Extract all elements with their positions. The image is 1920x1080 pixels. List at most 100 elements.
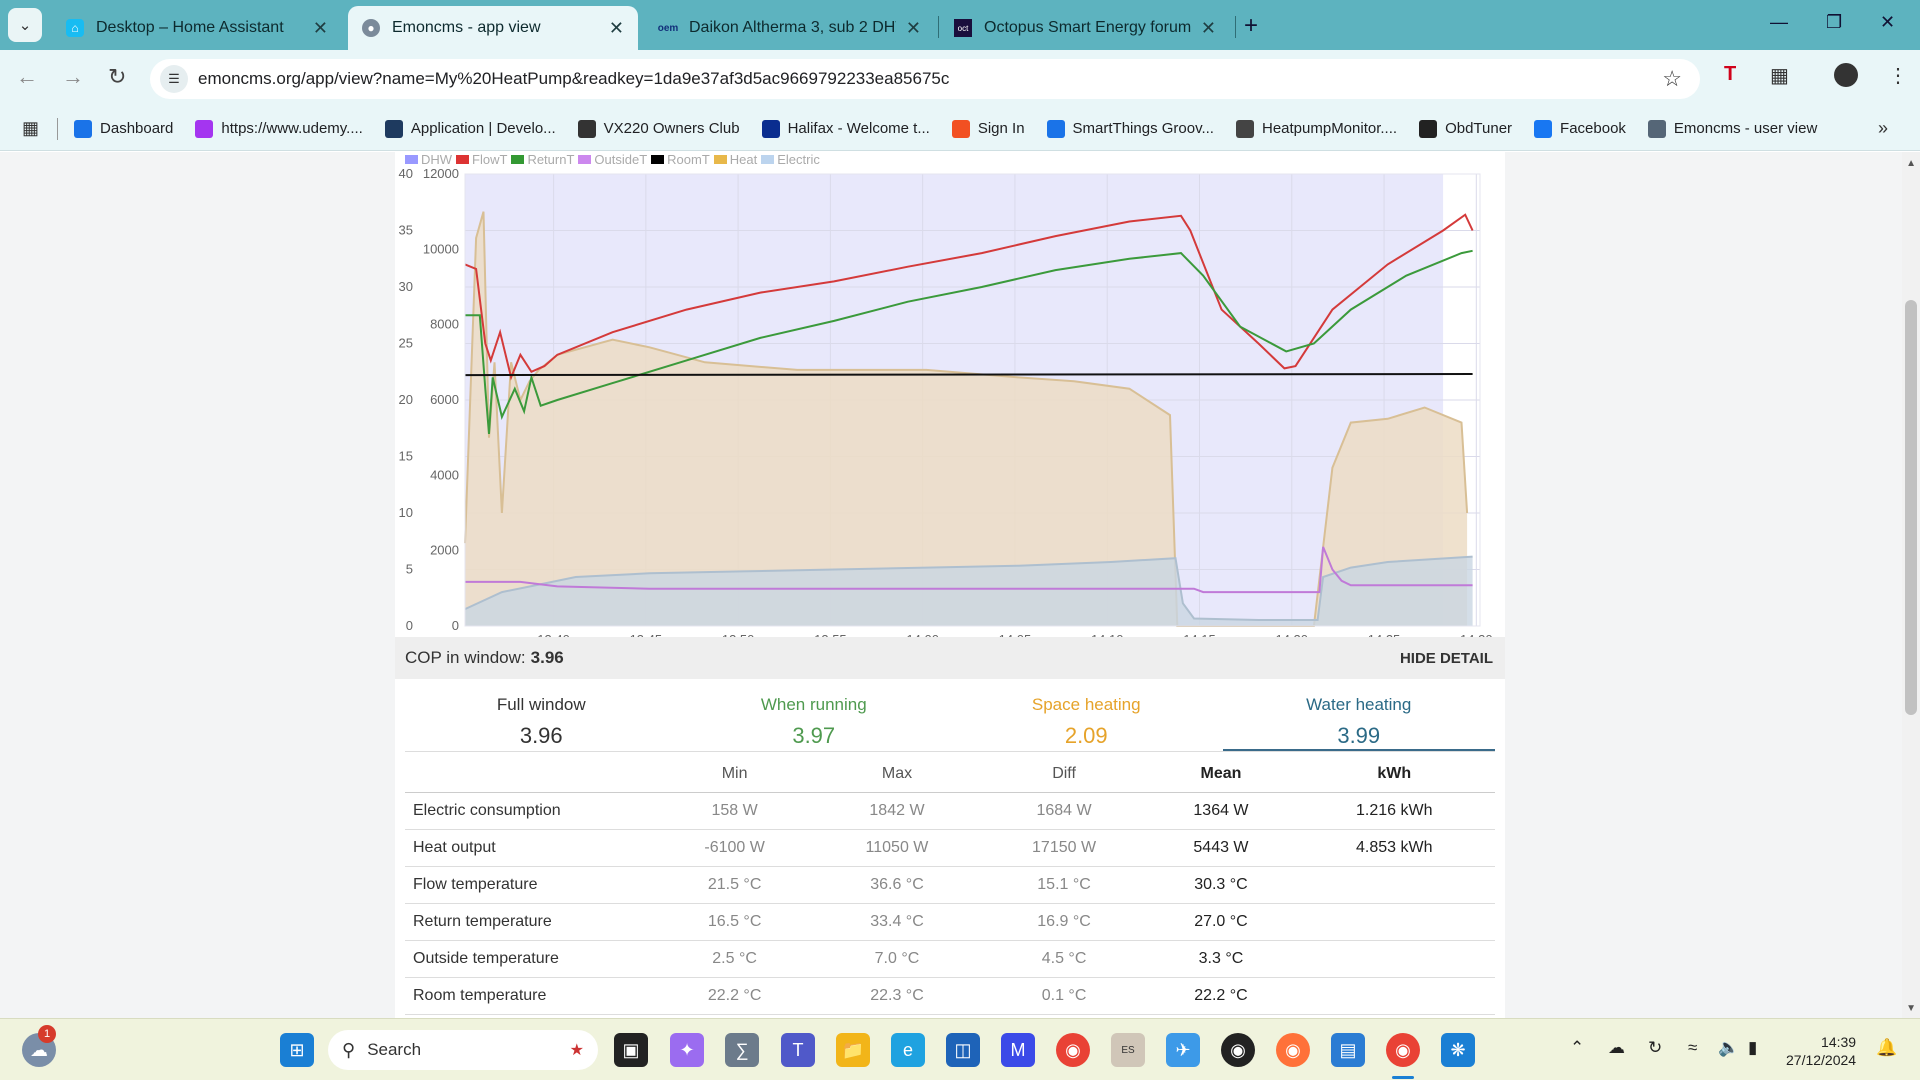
teams-icon[interactable]: T bbox=[781, 1033, 815, 1067]
close-icon[interactable]: ✕ bbox=[906, 18, 921, 39]
bookmark-item[interactable]: Emoncms - user view bbox=[1647, 119, 1817, 138]
cell-min: 16.5 °C bbox=[655, 903, 815, 941]
home-assistant-icon: ⌂ bbox=[66, 19, 84, 37]
y-right-tick-label: 12000 bbox=[423, 166, 459, 181]
scroll-down-icon[interactable]: ▼ bbox=[1906, 1003, 1916, 1014]
close-icon[interactable]: ✕ bbox=[1201, 18, 1216, 39]
calculator-icon[interactable]: ∑ bbox=[725, 1033, 759, 1067]
chrome-icon[interactable]: ◉ bbox=[1056, 1033, 1090, 1067]
volume-icon[interactable]: 🔈 bbox=[1718, 1038, 1739, 1058]
hub-app-icon[interactable]: ❋ bbox=[1441, 1033, 1475, 1067]
tab-emoncms[interactable]: ● Emoncms - app view ✕ bbox=[348, 6, 638, 50]
tab-octopus[interactable]: oct Octopus Smart Energy forum ✕ bbox=[940, 6, 1230, 50]
tray-chevron-icon[interactable]: ⌃ bbox=[1570, 1038, 1584, 1058]
stats-header-kwh: kWh bbox=[1293, 756, 1495, 793]
y-left-tick-label: 0 bbox=[406, 618, 413, 633]
table-row: Heat output -6100 W 11050 W 17150 W 5443 W 4.… bbox=[405, 829, 1495, 867]
cop-card-space-heating[interactable]: Space heating 2.09 bbox=[950, 687, 1223, 751]
bookmark-item[interactable]: SmartThings Groov... bbox=[1046, 119, 1214, 138]
bookmark-label: https://www.udemy.... bbox=[221, 120, 363, 137]
bookmark-item[interactable]: ObdTuner bbox=[1419, 119, 1512, 138]
app-icon-m[interactable]: M bbox=[1001, 1033, 1035, 1067]
cop-card-full-window[interactable]: Full window 3.96 bbox=[405, 687, 678, 751]
cop-card-when-running[interactable]: When running 3.97 bbox=[678, 687, 951, 751]
bookmark-item[interactable]: Sign In bbox=[951, 119, 1025, 138]
legend-item[interactable]: FlowT bbox=[456, 152, 507, 167]
sync-icon[interactable]: ↻ bbox=[1648, 1038, 1662, 1058]
extensions-icon[interactable]: ▦ bbox=[1770, 63, 1789, 88]
back-button[interactable]: ← bbox=[16, 64, 38, 90]
tab-home-assistant[interactable]: ⌂ Desktop – Home Assistant ✕ bbox=[52, 6, 342, 50]
cop-card-title: Space heating bbox=[1031, 695, 1141, 714]
system-clock[interactable]: 14:39 27/12/2024 bbox=[1786, 1033, 1856, 1069]
cell-min: -6100 W bbox=[655, 829, 815, 867]
store-icon[interactable]: ◫ bbox=[946, 1033, 980, 1067]
profile-avatar[interactable] bbox=[1834, 63, 1858, 87]
minimize-button[interactable]: — bbox=[1770, 12, 1788, 33]
bookmark-item[interactable]: Halifax - Welcome t... bbox=[761, 119, 930, 138]
document-app-icon[interactable]: ▤ bbox=[1331, 1033, 1365, 1067]
taskbar-search[interactable]: ⚲ Search ★ bbox=[328, 1030, 598, 1070]
battery-icon[interactable]: ▮ bbox=[1748, 1038, 1757, 1058]
bookmark-item[interactable]: Facebook bbox=[1534, 119, 1626, 138]
chrome-profile-icon[interactable]: ◉ bbox=[1386, 1033, 1420, 1067]
table-row: Room temperature 22.2 °C 22.3 °C 0.1 °C 22.2… bbox=[405, 977, 1495, 1015]
bookmark-item[interactable]: HeatpumpMonitor.... bbox=[1235, 119, 1397, 138]
edge-icon[interactable]: e bbox=[891, 1033, 925, 1067]
tab-daikin[interactable]: oem Daikon Altherma 3, sub 2 DHW ✕ bbox=[645, 6, 935, 50]
hide-detail-button[interactable]: HIDE DETAIL bbox=[1400, 650, 1493, 667]
bookmark-item[interactable]: Application | Develo... bbox=[384, 119, 556, 138]
bookmark-label: Dashboard bbox=[100, 120, 174, 137]
apps-grid-icon[interactable]: ▦ bbox=[22, 118, 39, 139]
legend-item[interactable]: OutsideT bbox=[578, 152, 647, 167]
address-bar[interactable]: ☰ emoncms.org/app/view?name=My%20HeatPum… bbox=[150, 59, 1700, 99]
scroll-thumb[interactable] bbox=[1905, 300, 1917, 715]
esplos-icon[interactable]: ES bbox=[1111, 1033, 1145, 1067]
url-text[interactable]: emoncms.org/app/view?name=My%20HeatPump&… bbox=[198, 69, 949, 89]
bookmark-item[interactable]: Dashboard bbox=[74, 119, 174, 138]
obs-icon[interactable]: ◉ bbox=[1221, 1033, 1255, 1067]
octopus-icon: oct bbox=[954, 19, 972, 37]
cop-window-label: COP in window: bbox=[405, 648, 526, 667]
restore-button[interactable]: ❐ bbox=[1826, 12, 1842, 33]
bookmark-favicon-icon bbox=[577, 119, 596, 138]
close-window-button[interactable]: ✕ bbox=[1880, 12, 1895, 33]
y-left-tick-label: 15 bbox=[399, 449, 413, 464]
maps-app-icon[interactable]: ✈ bbox=[1166, 1033, 1200, 1067]
bookmark-item[interactable]: VX220 Owners Club bbox=[577, 119, 740, 138]
legend-item[interactable]: DHW bbox=[405, 152, 452, 167]
site-info-icon[interactable]: ☰ bbox=[160, 65, 188, 93]
forward-button[interactable]: → bbox=[62, 64, 84, 90]
file-explorer-icon[interactable]: 📁 bbox=[836, 1033, 870, 1067]
menu-icon[interactable]: ⋮ bbox=[1888, 63, 1908, 88]
wifi-icon[interactable]: ≈ bbox=[1688, 1038, 1697, 1058]
firefox-icon[interactable]: ◉ bbox=[1276, 1033, 1310, 1067]
tesla-extension-icon[interactable]: T bbox=[1724, 63, 1736, 86]
onedrive-icon[interactable]: ☁ bbox=[1608, 1038, 1625, 1058]
oem-icon: oem bbox=[657, 22, 679, 34]
cop-card-water-heating[interactable]: Water heating 3.99 bbox=[1222, 687, 1495, 751]
heatpump-chart[interactable]: 13:4013:4513:5013:5514:0014:0514:1014:15… bbox=[395, 166, 1505, 646]
task-view-icon[interactable]: ▣ bbox=[614, 1033, 648, 1067]
legend-item[interactable]: RoomT bbox=[651, 152, 710, 167]
legend-item[interactable]: Electric bbox=[761, 152, 820, 167]
legend-item[interactable]: Heat bbox=[713, 152, 757, 167]
close-icon[interactable]: ✕ bbox=[313, 18, 328, 39]
more-bookmarks-icon[interactable]: » bbox=[1878, 118, 1888, 139]
notification-bell-icon[interactable]: 🔔 bbox=[1876, 1038, 1897, 1058]
reload-button[interactable]: ↻ bbox=[108, 64, 126, 90]
copilot-icon[interactable]: ✦ bbox=[670, 1033, 704, 1067]
scroll-up-icon[interactable]: ▲ bbox=[1906, 158, 1916, 169]
y-left-tick-label: 30 bbox=[399, 279, 413, 294]
page-scrollbar[interactable]: ▲ ▼ bbox=[1902, 152, 1920, 1018]
search-icon: ⚲ bbox=[342, 1039, 356, 1060]
windows-start-icon[interactable]: ⊞ bbox=[280, 1033, 314, 1067]
tab-search-button[interactable]: ⌄ bbox=[8, 8, 42, 42]
new-tab-button[interactable]: + bbox=[1244, 12, 1258, 40]
y-right-tick-label: 0 bbox=[452, 618, 459, 633]
bookmark-item[interactable]: https://www.udemy.... bbox=[195, 119, 363, 138]
bookmark-favicon-icon bbox=[1647, 119, 1666, 138]
close-icon[interactable]: ✕ bbox=[609, 18, 624, 39]
bookmark-star-icon[interactable]: ☆ bbox=[1662, 66, 1682, 92]
legend-item[interactable]: ReturnT bbox=[511, 152, 574, 167]
